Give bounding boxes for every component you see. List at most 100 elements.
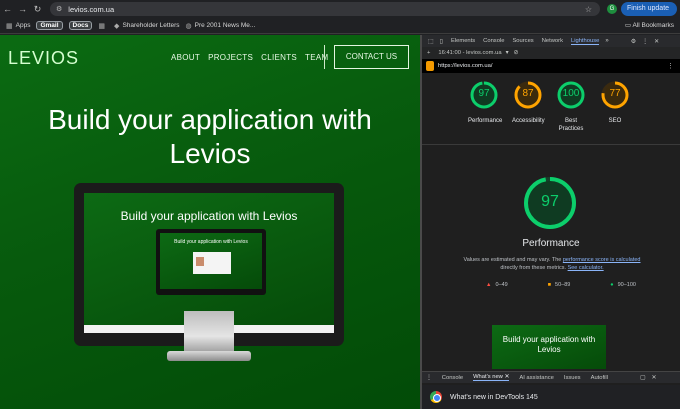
audited-url-strip: https://levios.com.ua/ ⋮ bbox=[422, 59, 680, 73]
bookmark-star-icon[interactable]: ☆ bbox=[585, 5, 592, 14]
gauge-label: Best Practices bbox=[558, 118, 584, 132]
chrome-logo-icon bbox=[430, 391, 442, 403]
inspect-icon[interactable]: ⬚ bbox=[428, 38, 434, 45]
triangle-icon: ▲ bbox=[486, 282, 492, 288]
see-calculator-link[interactable]: See calculator. bbox=[568, 265, 604, 271]
more-tabs-icon[interactable]: » bbox=[605, 38, 608, 44]
drawer-tab-autofill[interactable]: Autofill bbox=[591, 375, 608, 381]
legend-pass: ● 90–100 bbox=[610, 282, 636, 288]
performance-big-value: 97 bbox=[541, 193, 559, 210]
monitor-title: Build your application with Levios bbox=[120, 209, 298, 223]
tab-sources[interactable]: Sources bbox=[512, 38, 533, 44]
nav-about[interactable]: ABOUT bbox=[171, 53, 200, 62]
thumbnail-title: Build your application with Levios bbox=[502, 335, 596, 354]
whats-new-title: What's new in DevTools 145 bbox=[450, 393, 538, 401]
drawer-tab-ai-assistance[interactable]: AI assistance bbox=[519, 375, 553, 381]
tab-console[interactable]: Console bbox=[483, 38, 504, 44]
nested-avatar bbox=[196, 257, 204, 266]
lighthouse-report-bar: + 16:41:00 - levios.com.ua ▾ ⊘ bbox=[422, 47, 680, 59]
gauge-value: 97 bbox=[478, 88, 490, 99]
gauge-label: SEO bbox=[608, 118, 622, 124]
gauge-best-practices[interactable]: 100 Best Practices bbox=[555, 80, 587, 133]
report-dropdown-icon[interactable]: ▾ bbox=[506, 50, 509, 56]
tab-lighthouse[interactable]: Lighthouse bbox=[570, 38, 600, 45]
performance-description: Values are estimated and may vary. The p… bbox=[463, 257, 641, 271]
gauge-value: 77 bbox=[609, 88, 621, 99]
device-toolbar-icon[interactable]: ▯ bbox=[440, 38, 443, 45]
browser-toolbar: ← → ↻ ⚙ levios.com.ua ☆ G Finish update bbox=[0, 0, 680, 18]
grid-icon: ▦ bbox=[98, 22, 106, 30]
whats-new-banner: What's new in DevTools 145 bbox=[422, 385, 680, 409]
report-select[interactable]: 16:41:00 - levios.com.ua bbox=[438, 50, 501, 56]
finish-update-button[interactable]: Finish update bbox=[621, 2, 677, 16]
nav-projects[interactable]: PROJECTS bbox=[208, 53, 253, 62]
bookmark-shareholder-letters[interactable]: ◆ Shareholder Letters bbox=[114, 22, 179, 30]
monitor-base bbox=[167, 351, 251, 361]
devtools-tabs: ⬚ ▯ Elements Console Sources Network Lig… bbox=[422, 35, 680, 47]
section-divider bbox=[422, 144, 680, 145]
address-bar[interactable]: ⚙ levios.com.ua ☆ bbox=[50, 2, 600, 16]
back-icon[interactable]: ← bbox=[0, 4, 15, 14]
nav-clients[interactable]: CLIENTS bbox=[261, 53, 297, 62]
score-gauges: 97 Performance 87 Accessibility 100 Best… bbox=[422, 80, 680, 140]
clear-report-icon[interactable]: ⊘ bbox=[513, 50, 518, 56]
site-logo[interactable]: LEVIOS bbox=[8, 48, 79, 69]
report-menu-icon[interactable]: ⋮ bbox=[667, 62, 674, 70]
legend-average: ■ 50–89 bbox=[547, 282, 571, 288]
site-info-icon[interactable]: ⚙ bbox=[56, 5, 62, 13]
forward-icon[interactable]: → bbox=[15, 4, 30, 14]
gauge-performance[interactable]: 97 Performance bbox=[468, 80, 503, 125]
performance-score-link[interactable]: performance score is calculated bbox=[563, 257, 641, 263]
bookmark-apps[interactable]: ▦ Apps bbox=[6, 22, 30, 30]
drawer-tab-issues[interactable]: Issues bbox=[564, 375, 581, 381]
gauge-value: 87 bbox=[522, 88, 534, 99]
all-bookmarks[interactable]: ▭ All Bookmarks bbox=[625, 21, 674, 29]
reload-icon[interactable]: ↻ bbox=[30, 4, 45, 15]
nested-monitor: Build your application with Levios bbox=[156, 229, 266, 295]
drawer-tab-console[interactable]: Console bbox=[442, 375, 463, 381]
bookmark-news[interactable]: ◍ Pre 2001 News Me... bbox=[186, 22, 256, 30]
tab-network[interactable]: Network bbox=[542, 38, 563, 44]
contact-us-button[interactable]: CONTACT US bbox=[334, 45, 409, 69]
globe-icon: ◍ bbox=[185, 22, 192, 30]
nested-card bbox=[193, 252, 231, 274]
score-legend: ▲ 0–49 ■ 50–89 ● 90–100 bbox=[486, 282, 636, 288]
website-viewport: LEVIOS ABOUT PROJECTS CLIENTS TEAM CONTA… bbox=[0, 35, 420, 409]
more-options-icon[interactable]: ⋮ bbox=[642, 38, 648, 45]
square-icon: ■ bbox=[547, 282, 552, 288]
close-tab-icon: ✕ bbox=[504, 374, 510, 380]
address-url: levios.com.ua bbox=[68, 4, 115, 14]
bookmarks-bar: ▦ Apps Gmail Docs ▦ ◆ Shareholder Letters … bbox=[0, 18, 680, 34]
monitor-stand bbox=[184, 311, 234, 353]
circle-icon: ● bbox=[610, 282, 614, 288]
nested-monitor-title: Build your application with Levios bbox=[174, 239, 248, 245]
performance-title: Performance bbox=[522, 238, 580, 249]
site-nav: ABOUT PROJECTS CLIENTS TEAM bbox=[171, 53, 328, 62]
devtools-drawer-tabs: ⋮ Console What's new ✕ AI assistance Iss… bbox=[422, 371, 680, 383]
settings-gear-icon[interactable]: ⚙ bbox=[631, 38, 636, 45]
apps-grid-icon: ▦ bbox=[6, 22, 13, 30]
gauge-label: Accessibility bbox=[512, 118, 545, 124]
dock-icon[interactable]: ▢ bbox=[640, 375, 645, 381]
drawer-tab-whats-new[interactable]: What's new ✕ bbox=[473, 374, 510, 381]
performance-big-gauge: 97 bbox=[522, 175, 578, 231]
bookmark-grid[interactable]: ▦ bbox=[98, 22, 108, 30]
close-drawer-icon[interactable]: ✕ bbox=[651, 375, 656, 381]
gauge-label: Performance bbox=[468, 118, 503, 124]
gauge-seo[interactable]: 77 SEO bbox=[599, 80, 631, 125]
bookmark-gmail[interactable]: Gmail bbox=[36, 21, 63, 30]
close-devtools-icon[interactable]: ✕ bbox=[654, 38, 659, 45]
gauge-value: 100 bbox=[562, 88, 580, 99]
gauge-accessibility[interactable]: 87 Accessibility bbox=[512, 80, 545, 125]
drawer-menu-icon[interactable]: ⋮ bbox=[426, 375, 432, 381]
nav-divider bbox=[324, 45, 325, 69]
devtools-panel: ⬚ ▯ Elements Console Sources Network Lig… bbox=[422, 35, 680, 409]
profile-avatar[interactable]: G bbox=[607, 4, 617, 14]
tab-elements[interactable]: Elements bbox=[451, 38, 475, 44]
new-report-icon[interactable]: + bbox=[427, 50, 430, 56]
page-screenshot-thumbnail[interactable]: Build your application with Levios bbox=[492, 325, 606, 369]
legend-fail: ▲ 0–49 bbox=[486, 282, 508, 288]
audited-url[interactable]: https://levios.com.ua/ bbox=[438, 63, 492, 69]
lighthouse-icon bbox=[426, 61, 434, 71]
bookmark-docs[interactable]: Docs bbox=[68, 21, 93, 30]
